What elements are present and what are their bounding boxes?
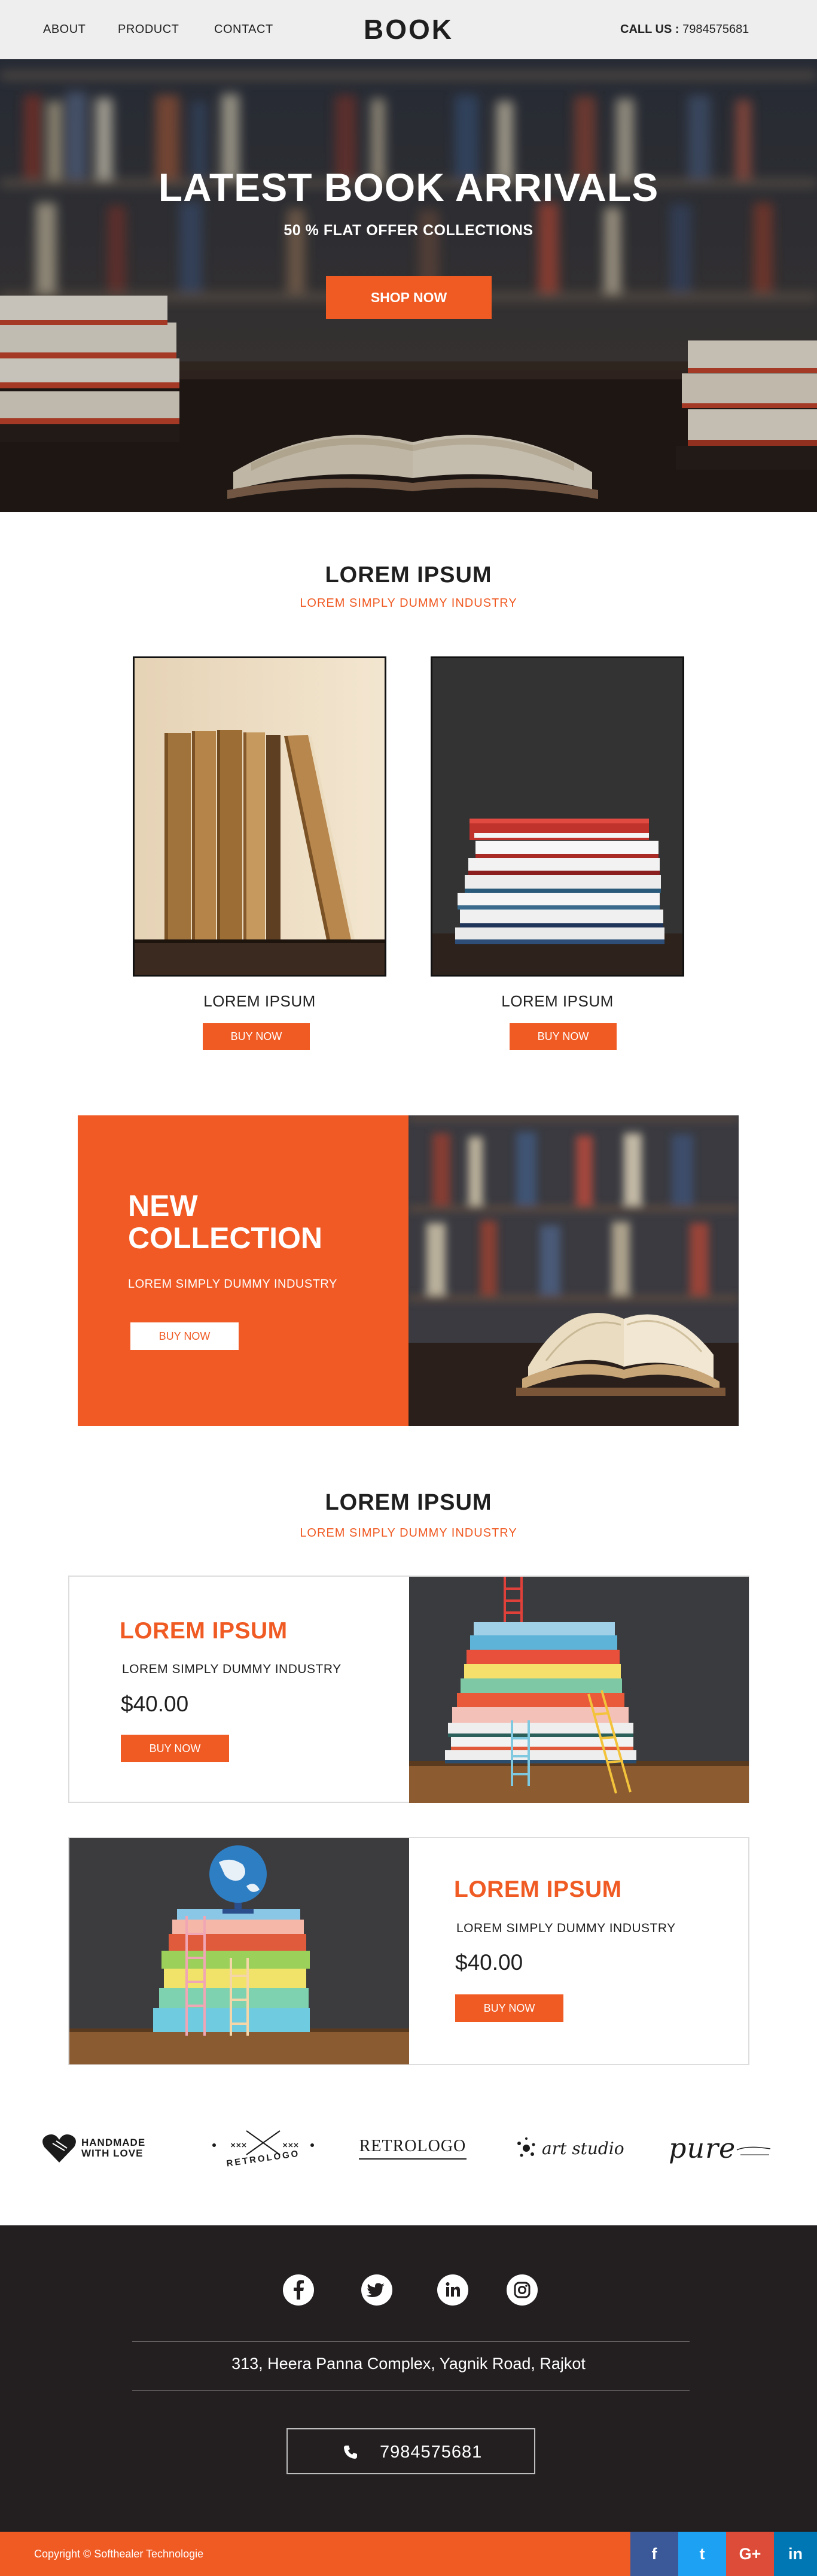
open-book-illustration [408,1115,739,1426]
bar-facebook-label: f [651,2545,657,2563]
new-collection-image [408,1115,739,1426]
feature-title: LOREM IPSUM [454,1877,622,1902]
new-collection-title-line2: COLLECTION [128,1221,322,1255]
feature-description: LOREM SIMPLY DUMMY INDUSTRY [122,1662,342,1676]
product-image-book-stack[interactable] [431,656,684,977]
feature-image-ladder-books [409,1577,749,1803]
hero-banner: LATEST BOOK ARRIVALS 50 % FLAT OFFER COL… [0,59,817,512]
svg-text:✕✕✕: ✕✕✕ [230,2142,247,2149]
footer-divider [132,2390,690,2391]
facebook-glyph [294,2280,304,2300]
pure-logo-flourish [736,2146,771,2155]
logo-handmade: HANDMADE WITH LOVE [42,2127,145,2169]
section-title: LOREM IPSUM [325,562,492,588]
globe-books-illustration [69,1838,409,2064]
new-collection-buy-now-button[interactable]: BUY NOW [130,1322,239,1350]
product-name: LOREM IPSUM [203,992,316,1010]
paint-splatter-icon [517,2137,535,2157]
bar-google-plus-label: G+ [739,2545,761,2563]
nav-contact[interactable]: CONTACT [214,23,273,37]
buy-now-button[interactable]: BUY NOW [203,1023,310,1050]
ladder-books-illustration [409,1577,749,1803]
bar-linkedin-icon[interactable]: in [774,2532,817,2576]
copyright-bar: Copyright © Softhealer Technologie f t G… [0,2532,817,2576]
feature-price: $40.00 [455,1950,523,1975]
instagram-icon[interactable] [507,2274,538,2306]
heart-icon [42,2134,76,2163]
copyright-text: Copyright © Softhealer Technologie [34,2548,204,2560]
nav-about[interactable]: ABOUT [43,23,86,37]
feature-buy-now-button[interactable]: BUY NOW [121,1735,229,1762]
logo-handmade-text: HANDMADE WITH LOVE [81,2137,145,2159]
facebook-icon[interactable] [283,2274,314,2306]
new-collection-title: NEW COLLECTION [128,1190,379,1254]
product-image-books-upright[interactable] [133,656,386,977]
logo-pure: pure [669,2127,772,2169]
logo-art-studio-text: art studio [542,2138,624,2158]
feature-image-globe-books [69,1838,409,2064]
new-collection-panel [78,1115,408,1426]
nav-product[interactable]: PRODUCT [118,23,179,37]
bar-linkedin-label: in [788,2545,803,2563]
feature-title: LOREM IPSUM [120,1618,288,1644]
call-us: CALL US : 7984575681 [620,23,749,37]
site-header: ABOUT PRODUCT CONTACT BOOK CALL US : 798… [0,0,817,59]
new-collection-title-line1: NEW [128,1189,198,1222]
section-subtitle: LOREM SIMPLY DUMMY INDUSTRY [300,1526,517,1540]
product-name: LOREM IPSUM [501,992,614,1010]
bar-twitter-label: t [699,2545,705,2563]
footer-phone-button[interactable]: 7984575681 [286,2428,535,2474]
bar-twitter-icon[interactable]: t [678,2532,726,2576]
book-stack-illustration [432,658,682,975]
linkedin-icon[interactable] [437,2274,468,2306]
logo-retrologo-wordmark: RETROLOGO [359,2127,467,2169]
logo-retrologo-wordmark-text: RETROLOGO [359,2137,467,2155]
hero-subtitle: 50 % FLAT OFFER COLLECTIONS [283,222,534,239]
footer-phone-number: 7984575681 [380,2443,483,2462]
feature-buy-now-button[interactable]: BUY NOW [455,1994,563,2022]
buy-now-button[interactable]: BUY NOW [510,1023,617,1050]
instagram-glyph [514,2282,531,2298]
logo-retrologo-badge: ✕✕✕ ✕✕✕ RETROLOGO [209,2127,317,2169]
logo-divider [359,2158,467,2160]
logo-handmade-line1: HANDMADE WITH LOVE [81,2137,146,2159]
books-upright-illustration [135,658,385,975]
section-subtitle: LOREM SIMPLY DUMMY INDUSTRY [300,597,517,610]
call-label: CALL US : [620,23,683,36]
footer-divider [132,2341,690,2342]
section-title: LOREM IPSUM [325,1490,492,1515]
twitter-icon[interactable] [361,2274,392,2306]
phone-icon [344,2446,357,2459]
shop-now-button[interactable]: SHOP NOW [326,276,492,319]
hero-title: LATEST BOOK ARRIVALS [158,165,659,209]
logo-art-studio: art studio [514,2127,624,2169]
call-number[interactable]: 7984575681 [682,23,749,36]
site-footer [0,2225,817,2532]
feature-price: $40.00 [121,1692,189,1716]
twitter-glyph [366,2283,385,2297]
feature-description: LOREM SIMPLY DUMMY INDUSTRY [456,1921,676,1935]
bar-facebook-icon[interactable]: f [630,2532,678,2576]
footer-address: 313, Heera Panna Complex, Yagnik Road, R… [231,2355,586,2373]
linkedin-glyph [446,2282,460,2297]
bar-google-plus-icon[interactable]: G+ [726,2532,774,2576]
logo-pure-text: pure [669,2132,736,2164]
new-collection-subtitle: LOREM SIMPLY DUMMY INDUSTRY [128,1278,337,1291]
